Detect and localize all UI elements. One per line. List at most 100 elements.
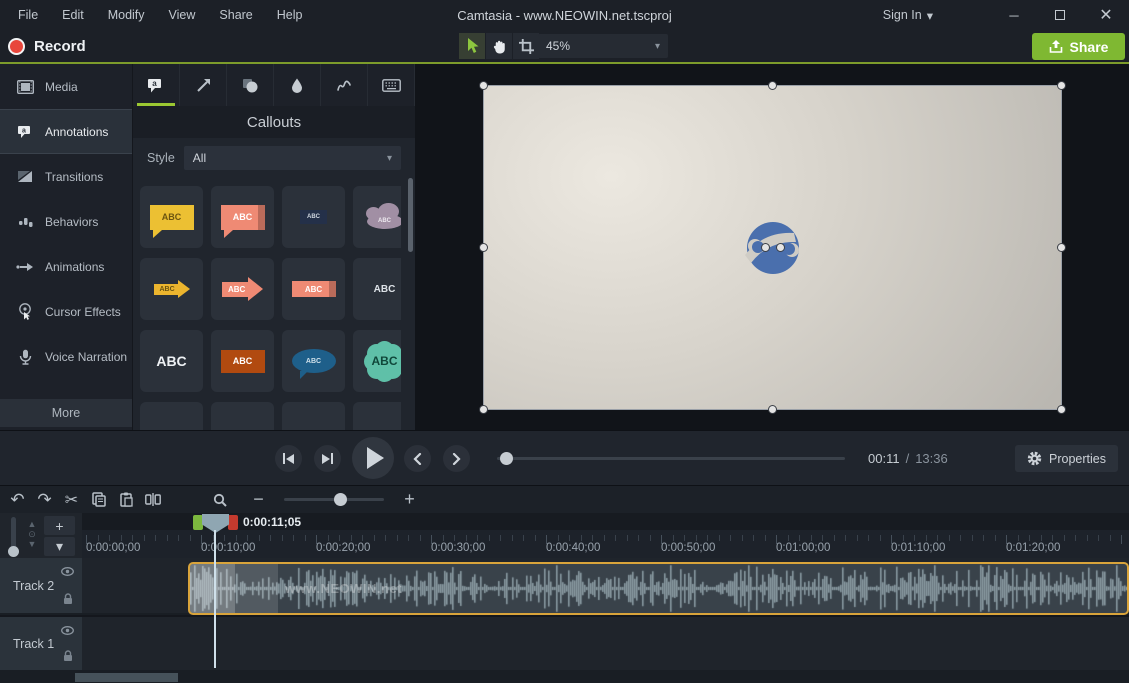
callout-tile-banner[interactable]: ABC [282, 258, 345, 320]
lock-icon[interactable] [63, 593, 73, 605]
animations-icon [16, 262, 34, 272]
sidebar-item-media[interactable]: Media [0, 64, 132, 109]
split-button[interactable] [139, 487, 166, 513]
sidebar-item-behaviors[interactable]: Behaviors [0, 199, 132, 244]
panel-scrollbar[interactable] [408, 178, 413, 252]
sidebar-item-cursor-effects[interactable]: Cursor Effects [0, 289, 132, 334]
sidebar-item-transitions[interactable]: Transitions [0, 154, 132, 199]
undo-button[interactable]: ↶ [4, 487, 31, 513]
zoom-in-button[interactable]: + [396, 487, 423, 513]
menu-share[interactable]: Share [209, 4, 262, 26]
menu-view[interactable]: View [159, 4, 206, 26]
selection-handle[interactable] [1057, 243, 1066, 252]
play-button[interactable] [352, 437, 394, 479]
callout-tile-minirect[interactable]: ABC [282, 186, 345, 248]
callout-tile-arrow-lg[interactable]: ABC [211, 258, 274, 320]
cut-button[interactable]: ✂ [58, 487, 85, 513]
eye-icon[interactable] [61, 567, 74, 576]
eye-icon[interactable] [61, 626, 74, 635]
properties-button[interactable]: Properties [1015, 445, 1118, 472]
menu-help[interactable]: Help [267, 4, 313, 26]
callout-tile-scallop[interactable]: ABC [353, 330, 401, 392]
sidebar-item-voice-narration[interactable]: Voice Narration [0, 334, 132, 379]
sidebar-item-annotations[interactable]: aAnnotations [0, 109, 132, 154]
zoom-slider-handle[interactable] [334, 493, 347, 506]
paste-button[interactable] [112, 487, 139, 513]
callout-tile-cloud[interactable]: ABC [353, 186, 401, 248]
zoom-out-button[interactable]: − [245, 487, 272, 513]
timecode: 00:11 / 13:36 [868, 451, 948, 466]
callout-tile-arrow-sm[interactable]: ABC [140, 258, 203, 320]
callout-tile-rect[interactable]: ABC [211, 330, 274, 392]
callout-tile-tri-cut2[interactable] [282, 402, 345, 430]
callout-tile-ellipse-cut[interactable] [140, 402, 203, 430]
share-button[interactable]: Share [1032, 33, 1125, 60]
select-tool-button[interactable] [459, 33, 486, 59]
add-track-button[interactable]: + [44, 516, 75, 535]
selection-handle[interactable] [1057, 405, 1066, 414]
callout-tile-text-sm[interactable]: ABC [353, 258, 401, 320]
selection-handle[interactable] [768, 81, 777, 90]
next-clip-button[interactable] [443, 445, 470, 472]
lock-icon[interactable] [63, 650, 73, 662]
playhead-line[interactable] [214, 530, 216, 668]
sign-in-button[interactable]: Sign In ▾ [883, 8, 933, 23]
ruler-tick [1087, 535, 1088, 541]
clip-watermark: www.NEOWIN.net [285, 581, 402, 596]
callout-tile-ellipse[interactable]: ABC [282, 330, 345, 392]
maximize-button[interactable] [1037, 0, 1083, 30]
timeline-zoom-button[interactable] [206, 487, 233, 513]
callout-tile-rect-cut[interactable] [353, 402, 401, 430]
minimize-button[interactable]: ─ [991, 0, 1037, 30]
selection-handle[interactable] [479, 405, 488, 414]
crop-tool-button[interactable] [513, 33, 540, 59]
timeline-scrollbar-thumb[interactable] [75, 673, 178, 682]
ruler-tick [512, 535, 513, 541]
callout-tile-bubble[interactable]: ABC [140, 186, 203, 248]
callout-tile-text-lg[interactable]: ABC [140, 330, 203, 392]
collapse-tracks-button[interactable]: ▾ [44, 537, 75, 556]
canvas-zoom-dropdown[interactable]: 45% ▾ [538, 34, 668, 58]
step-forward-button[interactable] [314, 445, 341, 472]
tab-arrows-tab[interactable] [180, 64, 227, 106]
selection-handle[interactable] [1057, 81, 1066, 90]
menu-file[interactable]: File [8, 4, 48, 26]
step-back-button[interactable] [275, 445, 302, 472]
tab-blur-tab[interactable] [274, 64, 321, 106]
timeline-ruler[interactable]: 0:00:00;000:00:10;000:00:20;000:00:30;00… [82, 513, 1129, 558]
selection-out-handle[interactable] [228, 515, 238, 530]
sidebar-item-animations[interactable]: Animations [0, 244, 132, 289]
selection-in-handle[interactable] [193, 515, 203, 530]
close-button[interactable]: ✕ [1083, 0, 1129, 30]
previous-clip-button[interactable] [404, 445, 431, 472]
menu-edit[interactable]: Edit [52, 4, 94, 26]
menu-modify[interactable]: Modify [98, 4, 155, 26]
track-height-handle[interactable] [8, 546, 19, 557]
ruler-tick [1064, 535, 1065, 541]
selection-handle[interactable] [768, 405, 777, 414]
tab-callouts-tab[interactable]: a [133, 64, 180, 106]
callout-tile-bubble[interactable]: ABC [211, 186, 274, 248]
sidebar-more-button[interactable]: More [0, 399, 132, 427]
tab-keystroke-tab[interactable] [368, 64, 415, 106]
callout-tile-tri-cut[interactable] [211, 402, 274, 430]
seek-slider[interactable] [497, 457, 845, 460]
selection-handle[interactable] [761, 243, 770, 252]
selection-handle[interactable] [479, 81, 488, 90]
selection-handle[interactable] [776, 243, 785, 252]
canvas-area[interactable] [415, 64, 1129, 430]
media-clip[interactable]: www.NEOWIN.net [188, 562, 1129, 615]
panel-title: Callouts [133, 106, 415, 138]
seek-handle[interactable] [500, 452, 513, 465]
selection-handle[interactable] [479, 243, 488, 252]
pan-tool-button[interactable] [486, 33, 513, 59]
track-row[interactable]: Track 1 [0, 615, 1129, 670]
timeline-zoom-slider[interactable] [284, 498, 384, 501]
redo-button[interactable]: ↷ [31, 487, 58, 513]
copy-button[interactable] [85, 487, 112, 513]
tab-shapes-tab[interactable] [227, 64, 274, 106]
record-button[interactable]: Record [8, 33, 86, 59]
tab-sketch-tab[interactable] [321, 64, 368, 106]
style-dropdown[interactable]: All ▾ [184, 146, 401, 170]
video-preview[interactable] [483, 85, 1062, 410]
